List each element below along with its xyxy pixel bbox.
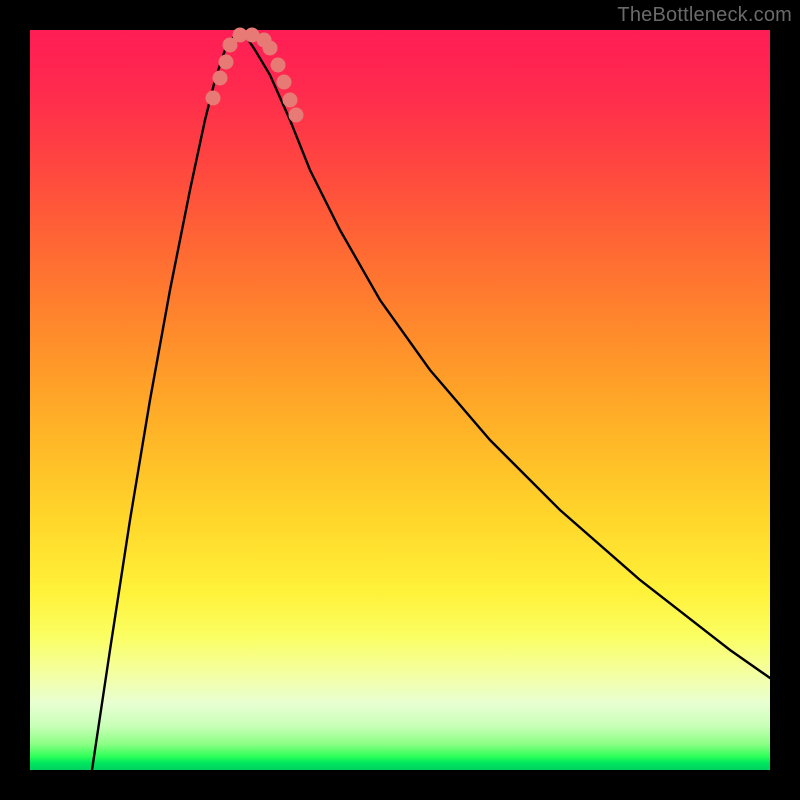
chart-frame: TheBottleneck.com [0, 0, 800, 800]
marker-cluster-left [206, 28, 278, 106]
marker-dot [219, 55, 234, 70]
marker-dot [213, 71, 228, 86]
watermark-text: TheBottleneck.com [617, 4, 792, 27]
marker-dot [271, 58, 286, 73]
marker-dot [277, 75, 292, 90]
marker-dot [289, 108, 304, 123]
gradient-plot-area [30, 30, 770, 770]
marker-dot [206, 91, 221, 106]
bottleneck-curve-svg [30, 30, 770, 770]
bottleneck-curve-path [92, 35, 770, 770]
curve-path-group [92, 35, 770, 770]
marker-dot [283, 93, 298, 108]
marker-dot [263, 41, 278, 56]
